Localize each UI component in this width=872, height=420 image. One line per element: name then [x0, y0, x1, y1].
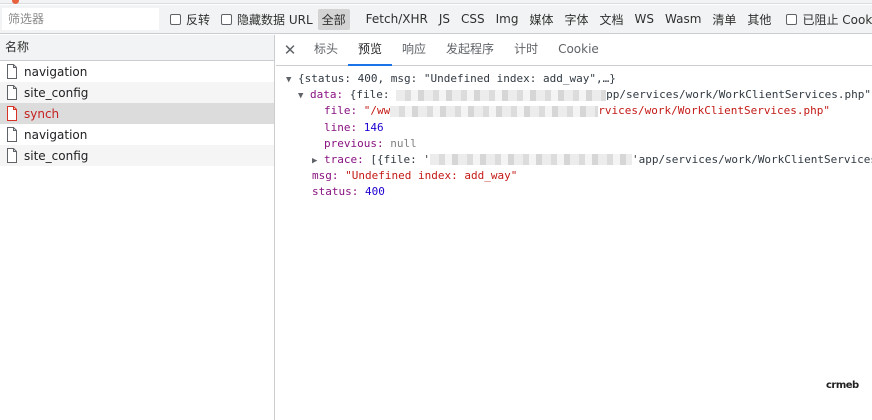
document-icon: [7, 127, 17, 142]
json-trace-tail: 'app/services/work/WorkClientServices: [631, 152, 872, 166]
type-filter-manifest[interactable]: 清单: [708, 9, 740, 30]
json-status-row: status: 400: [276, 184, 872, 200]
watermark-logo: crmeb: [826, 380, 859, 391]
type-filter-css[interactable]: CSS: [457, 10, 489, 28]
json-status-value: 400: [364, 185, 385, 199]
json-root-summary: {status: 400, msg: "Undefined index: add…: [298, 72, 616, 85]
blocked-cookies-label: 已阻止 Cookie: [802, 12, 872, 27]
redacted-text: [429, 154, 632, 166]
json-key-line: line:: [324, 120, 358, 134]
type-filter-all[interactable]: 全部: [317, 8, 350, 30]
close-icon[interactable]: ✕: [276, 35, 304, 65]
details-tabs: ✕ 标头 预览 响应 发起程序 计时 Cookie: [276, 35, 872, 66]
checkbox-icon: [221, 13, 233, 25]
json-key-data: data:: [310, 88, 344, 102]
document-icon: [7, 85, 17, 100]
triangle-down-icon[interactable]: ▼: [298, 88, 310, 104]
tab-timing[interactable]: 计时: [504, 35, 548, 65]
blocked-cookies-checkbox[interactable]: 已阻止 Cookie: [786, 11, 872, 28]
json-data-open: {file:: [349, 88, 390, 102]
json-file-row: file: "/ww rvices/work/WorkClientServices…: [276, 103, 872, 119]
tab-preview[interactable]: 预览: [348, 35, 393, 66]
json-key-previous: previous:: [324, 136, 384, 150]
json-data-row[interactable]: ▼ data: {file: pp/services/work/WorkClien…: [276, 87, 872, 103]
redacted-text: [396, 89, 607, 101]
type-filter-media[interactable]: 媒体: [525, 9, 557, 30]
document-icon: [7, 64, 17, 79]
tab-cookies[interactable]: Cookie: [548, 35, 609, 65]
json-previous-row: previous: null: [276, 136, 872, 152]
tab-headers[interactable]: 标头: [304, 35, 348, 65]
type-filter-js[interactable]: JS: [435, 10, 454, 28]
request-row[interactable]: navigation: [0, 61, 274, 82]
filter-bar: 反转 隐藏数据 URL 全部 Fetch/XHR JS CSS Img 媒体 字…: [0, 5, 872, 34]
record-dot-icon: [12, 0, 19, 4]
top-strip: [0, 0, 872, 4]
json-key-trace: trace:: [324, 152, 364, 166]
request-row[interactable]: site_config: [0, 145, 274, 166]
json-key-file: file:: [324, 104, 358, 118]
request-name: site_config: [24, 85, 89, 100]
invert-checkbox[interactable]: 反转: [170, 11, 210, 28]
hide-data-url-checkbox[interactable]: 隐藏数据 URL: [221, 11, 313, 28]
request-row[interactable]: navigation: [0, 124, 274, 145]
details-pane: ✕ 标头 预览 响应 发起程序 计时 Cookie ▼ {status: 400,…: [276, 35, 872, 420]
request-list: 名称 navigation site_config synch navigati…: [0, 35, 275, 420]
type-filter-fetch-xhr[interactable]: Fetch/XHR: [362, 10, 432, 28]
checkbox-icon: [170, 13, 181, 25]
filter-input[interactable]: [2, 8, 159, 30]
type-filter-img[interactable]: Img: [492, 10, 523, 28]
name-column-header[interactable]: 名称: [0, 35, 274, 61]
json-file-head: "/ww: [363, 104, 391, 118]
json-previous-value: null: [390, 136, 417, 150]
json-data-file-tail: pp/services/work/WorkClientServices.php": [606, 88, 872, 102]
type-filter-other[interactable]: 其他: [743, 9, 775, 30]
json-key-status: status:: [312, 185, 359, 199]
json-preview-tree: ▼ {status: 400, msg: "Undefined index: ad…: [276, 71, 872, 201]
json-key-msg: msg:: [312, 169, 339, 183]
json-msg-row: msg: "Undefined index: add_way": [276, 168, 872, 184]
request-name: navigation: [24, 64, 88, 79]
request-name: navigation: [24, 127, 88, 142]
json-trace-open: [{file: ': [370, 152, 430, 166]
type-filter-ws[interactable]: WS: [631, 10, 658, 28]
triangle-right-icon[interactable]: ▶: [312, 153, 324, 169]
json-line-row: line: 146: [276, 120, 872, 136]
tab-initiator[interactable]: 发起程序: [436, 35, 504, 65]
json-trace-row[interactable]: ▶ trace: [{file: ' 'app/services/work/Work…: [276, 152, 872, 168]
hide-data-url-label: 隐藏数据 URL: [237, 12, 313, 27]
checkbox-icon: [786, 13, 798, 25]
triangle-down-icon[interactable]: ▼: [286, 72, 298, 88]
document-icon: [7, 148, 17, 163]
request-row[interactable]: site_config: [0, 82, 274, 103]
type-filter-wasm[interactable]: Wasm: [661, 10, 705, 28]
type-filter-font[interactable]: 字体: [560, 9, 592, 30]
document-error-icon: [7, 106, 17, 121]
request-name: synch: [24, 106, 60, 121]
json-file-tail: rvices/work/WorkClientServices.php": [598, 104, 831, 118]
request-name: site_config: [24, 148, 89, 163]
request-row-selected[interactable]: synch: [0, 103, 274, 124]
json-root-row[interactable]: ▼ {status: 400, msg: "Undefined index: ad…: [276, 71, 872, 87]
tab-response[interactable]: 响应: [392, 35, 436, 65]
type-filter-doc[interactable]: 文档: [596, 9, 628, 30]
json-msg-value: "Undefined index: add_way": [345, 169, 518, 183]
invert-label: 反转: [186, 12, 211, 27]
redacted-text: [390, 105, 599, 117]
json-line-value: 146: [363, 120, 384, 134]
